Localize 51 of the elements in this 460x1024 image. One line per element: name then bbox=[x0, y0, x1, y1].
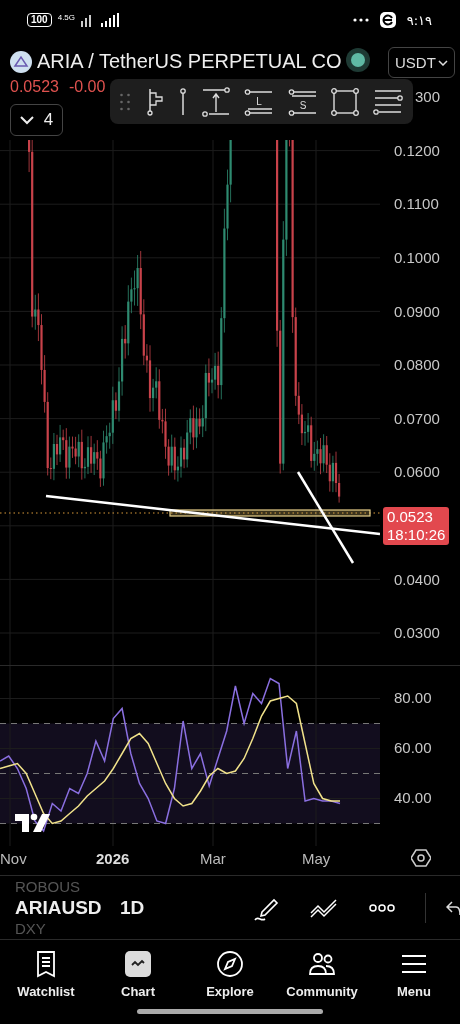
price-axis-label: 0.0700 bbox=[393, 409, 440, 427]
drag-handle-icon[interactable] bbox=[120, 92, 130, 111]
price-axis-label: 0.1100 bbox=[393, 195, 439, 213]
app-icon bbox=[378, 11, 397, 29]
indicators-toggle[interactable]: 4 bbox=[10, 104, 63, 136]
symbol-option[interactable]: ARIAUSD bbox=[15, 895, 118, 920]
nav-tab[interactable]: Menu bbox=[368, 940, 460, 1008]
battery-level: 100 bbox=[27, 13, 52, 27]
rsi-axis-label: 60.00 bbox=[394, 738, 432, 756]
nav-icon bbox=[124, 949, 152, 978]
symbol-title: ARIA / TetherUS PERPETUAL CO bbox=[37, 50, 342, 73]
price-axis-label: 0.0900 bbox=[393, 302, 440, 320]
chevron-icon bbox=[19, 115, 34, 125]
rsi-axis-label: 80.00 bbox=[394, 688, 432, 706]
clock-time: ٩:١٩ bbox=[406, 12, 432, 28]
price-axis-label: 0.0600 bbox=[393, 463, 440, 481]
trend-tools-icon[interactable] bbox=[309, 897, 339, 918]
price-axis-label: 0.1000 bbox=[393, 249, 440, 267]
price-axis-label: 300 bbox=[414, 88, 441, 106]
circle-icon bbox=[346, 48, 370, 72]
network-type: 4.5G bbox=[57, 13, 76, 22]
price-axis-label: 0.0400 bbox=[393, 570, 440, 588]
price-axis-label: 0.1200 bbox=[393, 141, 440, 159]
coin-logo bbox=[10, 50, 32, 73]
time-axis-label: Mar bbox=[200, 850, 226, 867]
nav-tab[interactable]: Chart bbox=[92, 940, 184, 1008]
last-price: 0.0523 bbox=[10, 78, 59, 96]
price-change: -0.00 bbox=[68, 78, 106, 96]
nav-tab[interactable]: Watchlist bbox=[0, 940, 92, 1008]
price-tag: 0.0523 18:10:26 bbox=[383, 506, 450, 545]
price-range-icon[interactable] bbox=[200, 86, 231, 117]
time-axis-label: 2026 bbox=[96, 850, 130, 867]
price-axis-label: 0.0300 bbox=[393, 624, 440, 642]
nav-tab[interactable]: Community bbox=[276, 940, 368, 1008]
undo-icon[interactable] bbox=[446, 899, 460, 916]
rectangle-icon[interactable] bbox=[331, 87, 360, 116]
interval-button[interactable]: 1D bbox=[120, 896, 145, 919]
parallel-lines-icon[interactable] bbox=[372, 88, 403, 115]
price-axis-label: 0.0800 bbox=[393, 356, 440, 374]
more-icon bbox=[352, 18, 369, 22]
vertical-line-icon[interactable] bbox=[179, 87, 188, 116]
currency-dropdown[interactable]: USDT bbox=[388, 47, 455, 78]
nav-tab[interactable]: Explore bbox=[184, 940, 276, 1008]
caret-icon bbox=[438, 59, 448, 66]
logo-icon bbox=[15, 813, 50, 832]
time-axis-label: May bbox=[302, 850, 331, 867]
nav-icon bbox=[216, 949, 244, 978]
more-icon[interactable] bbox=[369, 903, 395, 912]
time-axis-label: Nov bbox=[0, 850, 27, 867]
settings-icon[interactable] bbox=[411, 848, 431, 868]
rsi-axis-label: 40.00 bbox=[394, 788, 432, 806]
